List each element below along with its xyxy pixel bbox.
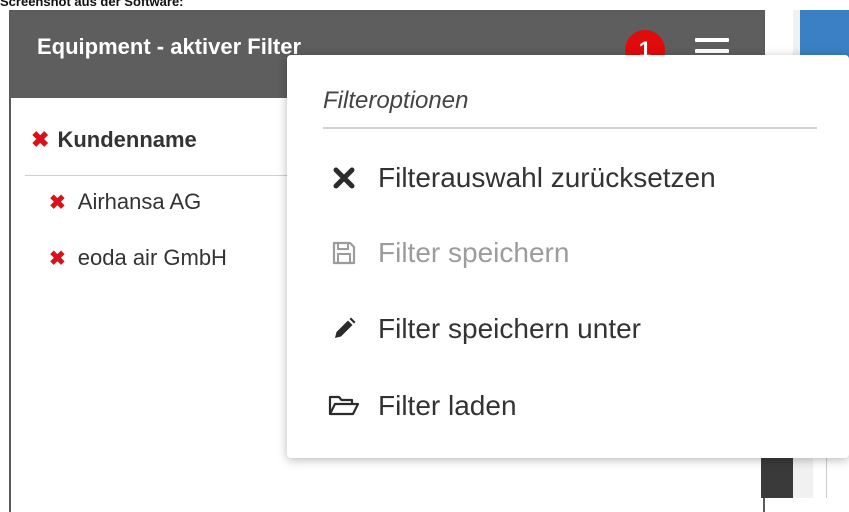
filter-value-label: Airhansa AG bbox=[77, 189, 202, 214]
menu-divider bbox=[323, 127, 817, 129]
filter-options-menu: Filteroptionen Filterauswahl zurücksetze… bbox=[287, 55, 849, 458]
menu-item-reset-filter[interactable]: Filterauswahl zurücksetzen bbox=[323, 158, 716, 198]
remove-value-icon[interactable]: ✖ bbox=[49, 192, 66, 214]
folder-open-icon bbox=[323, 391, 365, 421]
remove-filter-group-icon[interactable]: ✖ bbox=[31, 127, 49, 152]
menu-item-label: Filterauswahl zurücksetzen bbox=[378, 162, 716, 193]
pencil-icon bbox=[323, 314, 365, 344]
menu-item-save-filter-as[interactable]: Filter speichern unter bbox=[323, 309, 641, 349]
close-icon bbox=[323, 163, 365, 193]
menu-item-load-filter[interactable]: Filter laden bbox=[323, 386, 517, 426]
menu-heading: Filteroptionen bbox=[323, 87, 469, 114]
menu-item-label: Filter speichern unter bbox=[378, 313, 642, 344]
screenshot-caption: Screenshot aus der Software: bbox=[0, 0, 184, 9]
remove-value-icon[interactable]: ✖ bbox=[49, 248, 66, 270]
filter-value-item[interactable]: ✖ eoda air GmbH bbox=[49, 245, 227, 271]
menu-item-label: Filter speichern bbox=[378, 237, 570, 268]
menu-item-save-filter[interactable]: Filter speichern bbox=[323, 233, 569, 273]
panel-title: Equipment - aktiver Filter bbox=[37, 34, 302, 59]
filter-value-item[interactable]: ✖ Airhansa AG bbox=[49, 189, 201, 215]
filter-value-label: eoda air GmbH bbox=[77, 245, 227, 270]
filter-group-kundenname: ✖ Kundenname bbox=[31, 127, 197, 153]
menu-item-label: Filter laden bbox=[378, 390, 517, 421]
filter-group-label: Kundenname bbox=[57, 127, 197, 152]
floppy-disk-icon bbox=[323, 238, 365, 268]
